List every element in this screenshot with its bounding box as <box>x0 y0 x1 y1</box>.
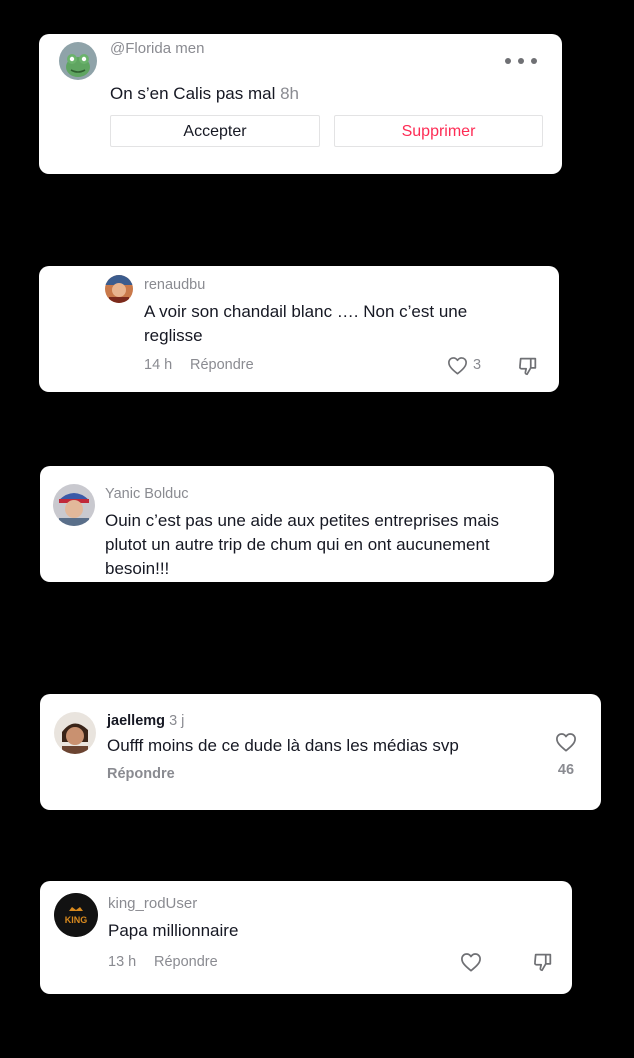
dislike-icon[interactable] <box>532 951 554 973</box>
dislike-icon[interactable] <box>517 355 539 377</box>
user-avatar-icon <box>54 712 96 754</box>
avatar[interactable] <box>54 712 96 754</box>
comment-card: renaudbu A voir son chandail blanc …. No… <box>39 266 559 392</box>
comment-text: Ouin c’est pas une aide aux petites entr… <box>105 511 500 578</box>
comment-header: jaellemg 3 j <box>107 713 184 729</box>
delete-button[interactable]: Supprimer <box>334 115 543 147</box>
comment-time: 13 h <box>108 954 137 970</box>
username[interactable]: Yanic Bolduc <box>105 486 189 502</box>
username[interactable]: jaellemg <box>107 713 165 729</box>
message-text: On s’en Calis pas mal <box>110 84 276 103</box>
more-dots-icon[interactable] <box>504 57 540 65</box>
comment-text: A voir son chandail blanc …. Non c’est u… <box>144 302 468 345</box>
comment-card: Yanic Bolduc Ouin c’est pas une aide aux… <box>40 466 554 582</box>
avatar[interactable] <box>59 42 97 80</box>
username[interactable]: renaudbu <box>144 277 205 293</box>
avatar-text: KING <box>64 915 88 925</box>
notification-message: On s’en Calis pas mal 8h <box>110 82 299 106</box>
heart-icon[interactable] <box>555 732 577 752</box>
reply-button[interactable]: Répondre <box>107 766 175 782</box>
user-avatar-icon <box>105 275 133 303</box>
username[interactable]: @Florida men <box>110 40 204 57</box>
comment-card: jaellemg 3 j Oufff moins de ce dude là d… <box>40 694 601 810</box>
reply-button[interactable]: Répondre <box>190 357 254 373</box>
username[interactable]: king_rodUser <box>108 895 197 912</box>
message-time: 8h <box>280 84 299 103</box>
heart-icon[interactable] <box>447 356 468 375</box>
like-count: 3 <box>473 357 482 373</box>
like-count: 46 <box>557 762 575 778</box>
user-avatar-icon <box>53 484 95 526</box>
frog-avatar-icon <box>59 42 97 80</box>
avatar[interactable] <box>105 275 133 303</box>
reply-button[interactable]: Répondre <box>154 954 218 970</box>
avatar[interactable]: KING <box>54 893 98 937</box>
comment-text: Papa millionnaire <box>108 921 239 940</box>
comment-time: 14 h <box>144 357 173 373</box>
comment-time: 3 j <box>169 713 185 729</box>
heart-icon[interactable] <box>460 952 482 972</box>
notification-card: @Florida men On s’en Calis pas mal 8h Ac… <box>39 34 562 174</box>
accept-button[interactable]: Accepter <box>110 115 320 147</box>
avatar[interactable] <box>53 484 95 526</box>
comment-text: Oufff moins de ce dude là dans les média… <box>107 736 459 755</box>
comment-card: KING king_rodUser Papa millionnaire 13 h… <box>40 881 572 994</box>
